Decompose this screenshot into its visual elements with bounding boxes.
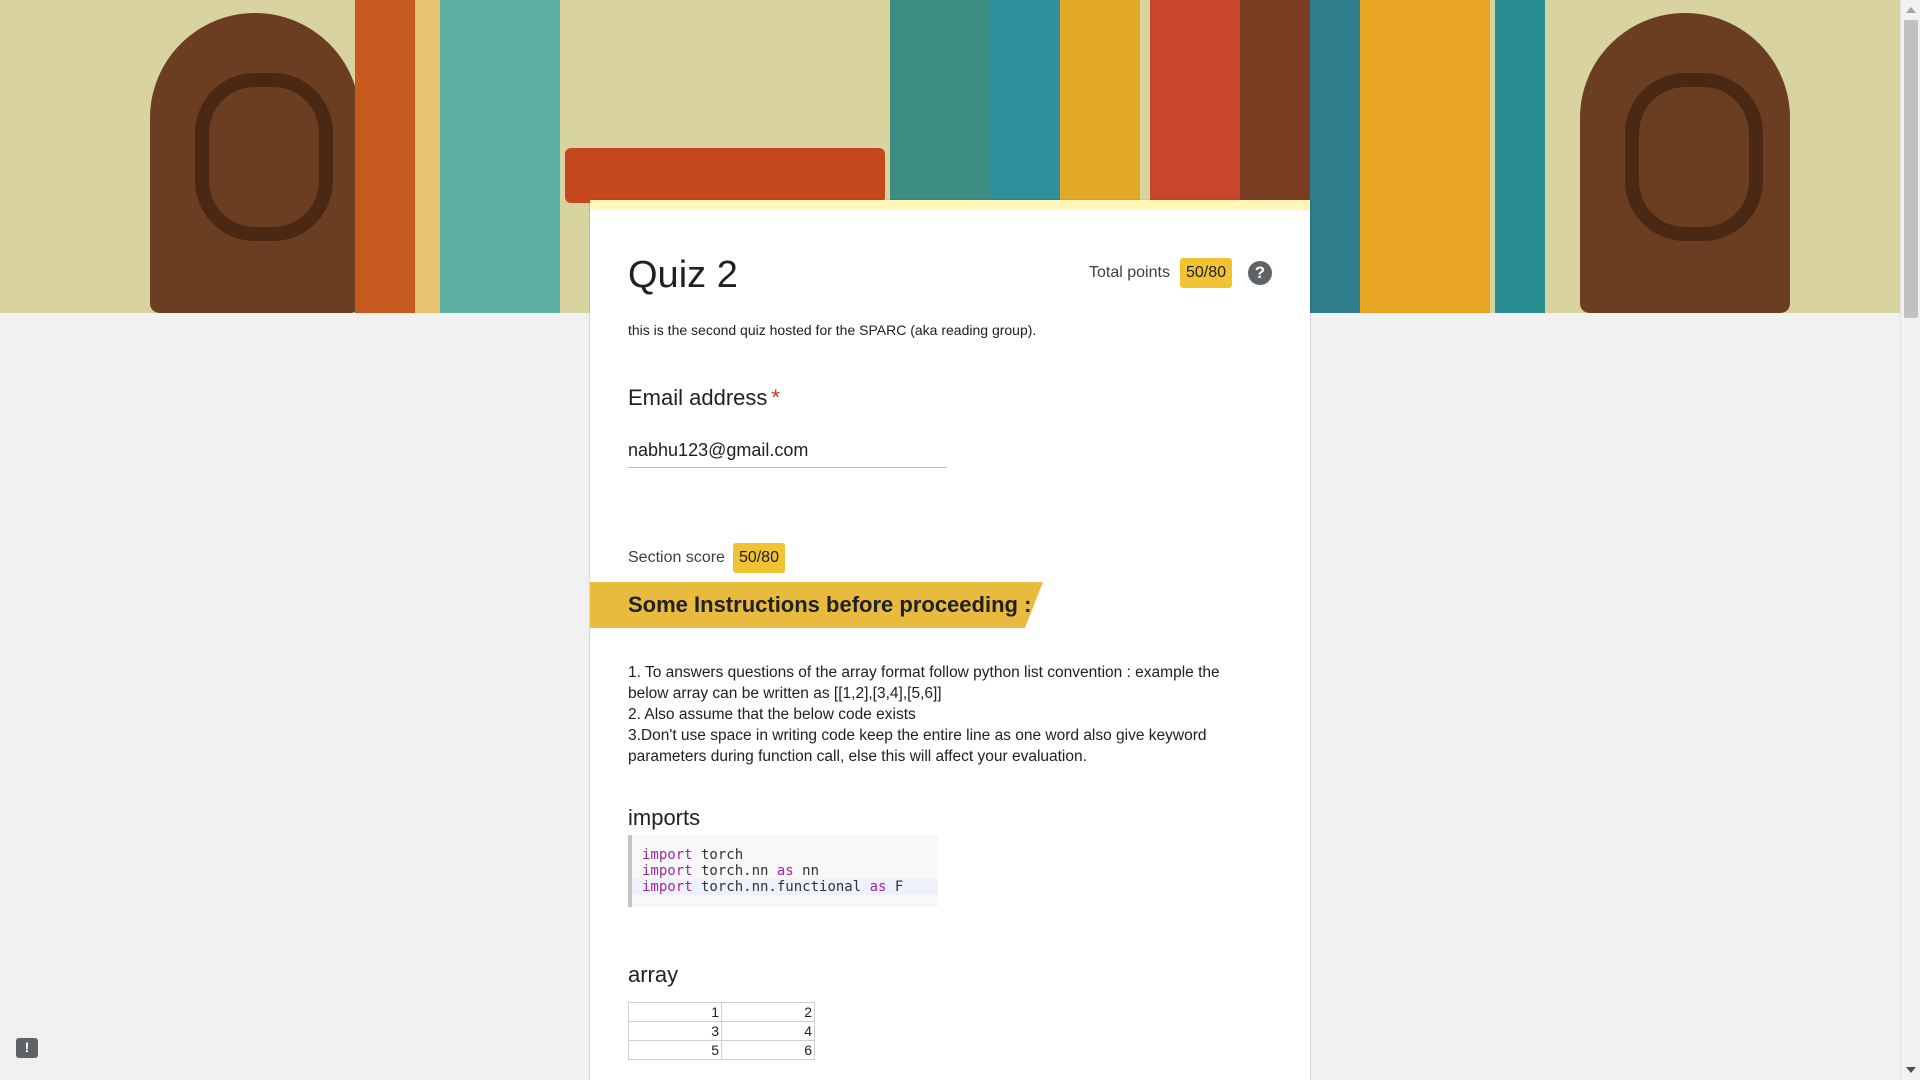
section-score-badge: 50/80 <box>732 543 785 573</box>
section-score-label: Section score <box>628 549 725 566</box>
section-title: Some Instructions before proceeding : <box>628 592 1032 617</box>
scroll-ornament-left <box>150 13 360 313</box>
form-description: this is the second quiz hosted for the S… <box>628 322 1037 338</box>
table-row: 5 6 <box>628 1040 815 1060</box>
code-line: import torch.nn as nn <box>642 863 820 879</box>
book-spine <box>355 0 415 313</box>
lying-book <box>565 148 885 203</box>
total-points-badge: 50/80 <box>1179 258 1232 288</box>
scroll-up-icon[interactable] <box>1906 7 1916 13</box>
help-icon[interactable]: ? <box>1248 261 1272 285</box>
table-cell: 6 <box>721 1040 815 1060</box>
email-label-text: Email address <box>628 385 768 410</box>
scrollbar[interactable] <box>1900 0 1920 1080</box>
scrollbar-thumb[interactable] <box>1904 20 1918 318</box>
table-row: 3 4 <box>628 1021 815 1041</box>
imports-heading: imports <box>628 805 701 830</box>
title-row: Quiz 2 Total points 50/80 ? <box>628 254 1272 304</box>
table-cell: 2 <box>721 1002 815 1022</box>
book-spine <box>1495 0 1545 313</box>
required-asterisk: * <box>771 385 780 410</box>
email-label: Email address * <box>628 385 780 411</box>
table-cell: 4 <box>721 1021 815 1041</box>
array-table: 1 2 3 4 5 6 <box>628 1002 815 1060</box>
instructions-text: 1. To answers questions of the array for… <box>628 662 1248 767</box>
book-spine <box>1360 0 1490 313</box>
array-heading: array <box>628 962 679 987</box>
instruction-line: 3.Don't use space in writing code keep t… <box>628 727 1207 765</box>
table-cell: 1 <box>628 1002 722 1022</box>
code-block: import torch import torch.nn as nn impor… <box>628 835 938 907</box>
form-card: Quiz 2 Total points 50/80 ? this is the … <box>590 200 1310 1080</box>
code-line: import torch.nn.functional as F <box>632 879 938 895</box>
section-score: Section score 50/80 <box>628 543 785 573</box>
email-field[interactable]: nabhu123@gmail.com <box>628 440 946 468</box>
book-spine <box>415 0 440 313</box>
table-cell: 3 <box>628 1021 722 1041</box>
report-feedback-icon[interactable]: ! <box>16 1038 38 1058</box>
scroll-ornament-right <box>1580 13 1790 313</box>
instruction-line: 1. To answers questions of the array for… <box>628 664 1220 702</box>
table-cell: 5 <box>628 1040 722 1060</box>
total-points-label: Total points <box>1089 264 1170 281</box>
table-row: 1 2 <box>628 1002 815 1022</box>
book-spine <box>440 0 560 313</box>
scroll-down-icon[interactable] <box>1906 1067 1916 1073</box>
total-points: Total points 50/80 ? <box>1089 258 1272 288</box>
code-line: import torch <box>642 847 744 863</box>
section-header: Some Instructions before proceeding : <box>590 582 1043 628</box>
form-title: Quiz 2 <box>628 254 738 296</box>
instruction-line: 2. Also assume that the below code exist… <box>628 706 916 723</box>
book-spine <box>1310 0 1360 313</box>
